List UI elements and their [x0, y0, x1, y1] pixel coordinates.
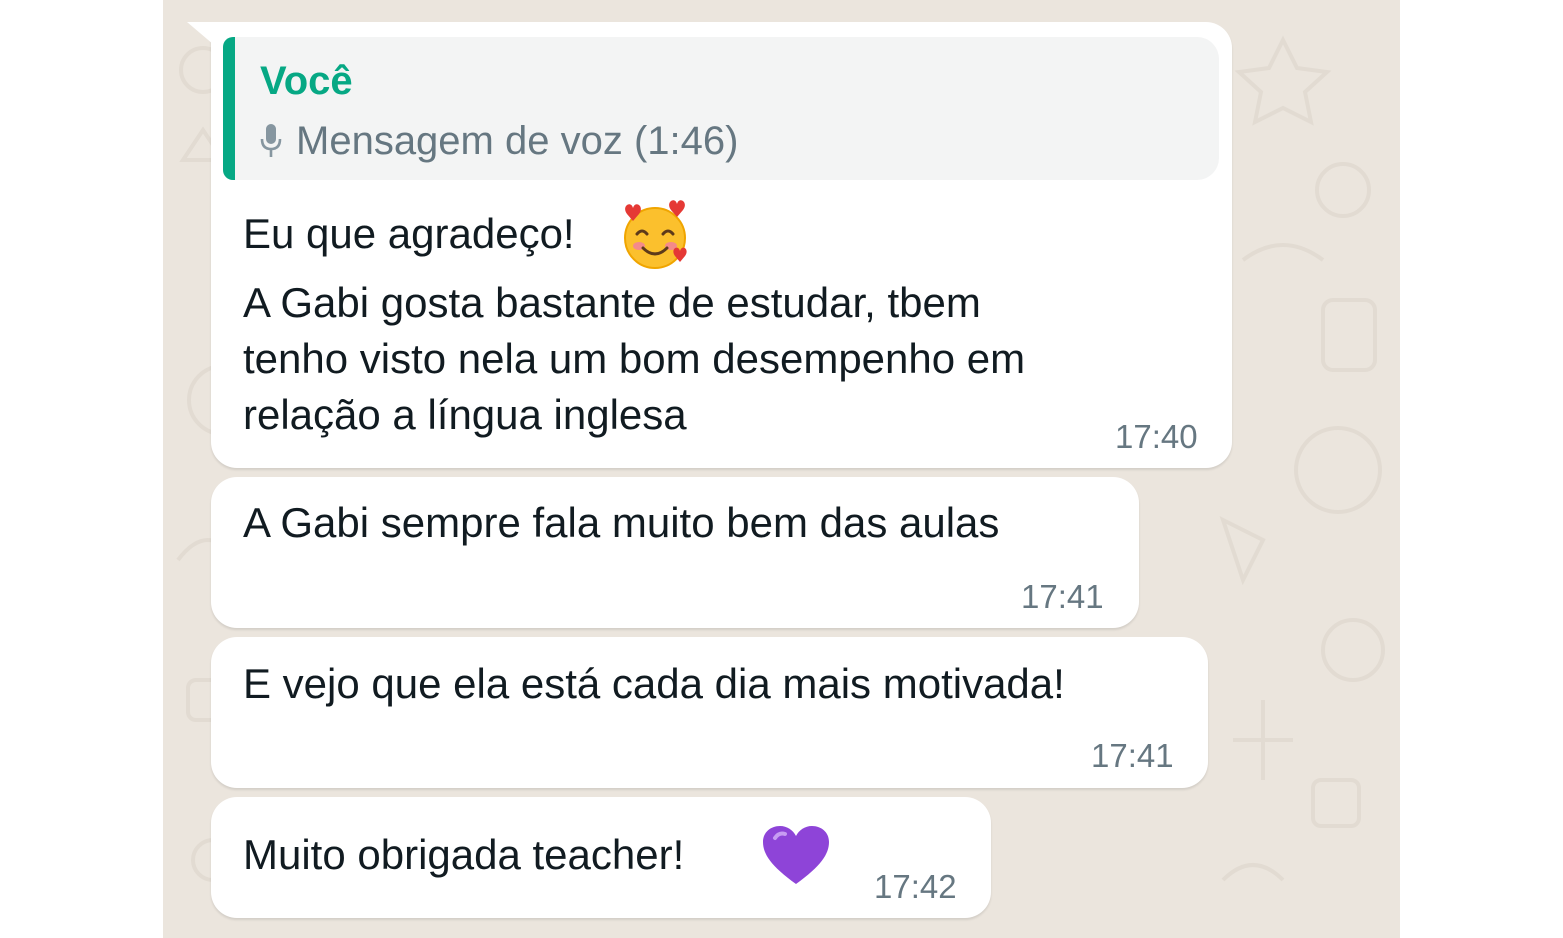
- message-text-line: tenho visto nela um bom desempenho em: [243, 335, 1026, 382]
- message-timestamp: 17:41: [1021, 578, 1104, 615]
- quoted-reply[interactable]: Você Mensagem de voz (1:46): [223, 37, 1219, 180]
- quote-author: Você: [260, 59, 353, 103]
- message-text: E vejo que ela está cada dia mais motiva…: [243, 660, 1065, 707]
- message-timestamp: 17:40: [1115, 418, 1198, 455]
- smiling-face-with-hearts-icon: [624, 200, 687, 269]
- quote-accent-bar: [223, 37, 235, 180]
- message-text: Muito obrigada teacher!: [243, 831, 685, 878]
- message-text-line: Eu que agradeço!: [243, 210, 575, 257]
- microphone-icon: [260, 124, 282, 157]
- message-text: A Gabi sempre fala muito bem das aulas: [243, 499, 1000, 546]
- purple-heart-icon: [763, 826, 829, 884]
- message-text-line: relação a língua inglesa: [243, 391, 687, 438]
- message-text-line: A Gabi gosta bastante de estudar, tbem: [243, 279, 981, 326]
- message-timestamp: 17:41: [1091, 737, 1174, 774]
- quote-text: Mensagem de voz (1:46): [296, 119, 739, 163]
- message-timestamp: 17:42: [874, 868, 957, 905]
